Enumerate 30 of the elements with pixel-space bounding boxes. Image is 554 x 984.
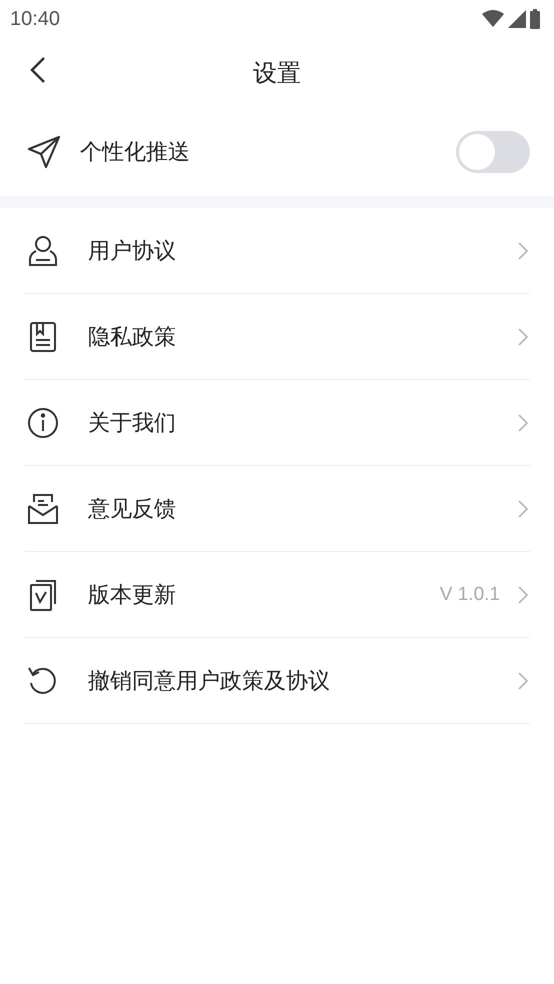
- settings-item[interactable]: 撤销同意用户政策及协议: [24, 638, 530, 724]
- item-label: 隐私政策: [88, 324, 177, 352]
- item-label: 撤销同意用户政策及协议: [88, 668, 331, 696]
- battery-icon: [530, 9, 540, 29]
- settings-item[interactable]: 用户协议: [24, 208, 530, 294]
- settings-item[interactable]: 意见反馈: [24, 466, 530, 552]
- item-label: 关于我们: [88, 410, 177, 438]
- signal-icon: [508, 10, 526, 28]
- settings-item[interactable]: 隐私政策: [24, 294, 530, 380]
- paper-plane-icon: [26, 134, 62, 170]
- chevron-right-icon: [518, 414, 528, 432]
- version-number: V 1.0.1: [440, 584, 500, 606]
- wifi-icon: [482, 10, 504, 28]
- settings-item[interactable]: 关于我们: [24, 380, 530, 466]
- settings-item[interactable]: 版本更新 V 1.0.1: [24, 552, 530, 638]
- mail-icon: [26, 492, 60, 526]
- page-title: 设置: [253, 58, 301, 89]
- push-label: 个性化推送: [80, 139, 191, 167]
- toggle-switch[interactable]: [456, 131, 530, 173]
- item-label: 意见反馈: [88, 496, 177, 524]
- chevron-right-icon: [518, 586, 528, 604]
- chevron-right-icon: [518, 672, 528, 690]
- status-time: 10:40: [10, 8, 60, 30]
- item-label: 用户协议: [88, 238, 177, 266]
- person-icon: [26, 234, 60, 268]
- item-label: 版本更新: [88, 582, 177, 610]
- info-icon: [26, 406, 60, 440]
- chevron-right-icon: [518, 328, 528, 346]
- chevron-right-icon: [518, 500, 528, 518]
- chevron-right-icon: [518, 242, 528, 260]
